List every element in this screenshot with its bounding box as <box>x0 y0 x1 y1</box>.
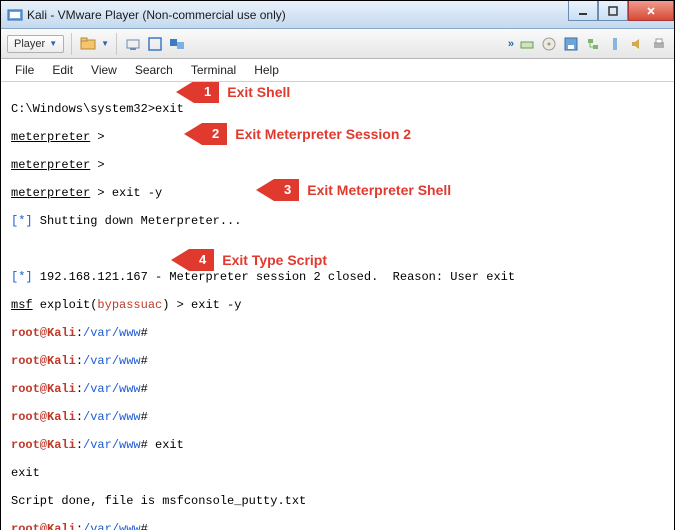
sound-icon[interactable] <box>628 35 646 53</box>
folder-icon[interactable] <box>79 35 97 53</box>
toolbar-separator <box>71 33 72 55</box>
menu-edit[interactable]: Edit <box>44 61 81 79</box>
terminal-line: C:\Windows\system32>exit <box>11 102 670 116</box>
window-titlebar: Kali - VMware Player (Non-commercial use… <box>1 1 674 29</box>
terminal-line: meterpreter > exit -y <box>11 186 670 200</box>
terminal-output[interactable]: C:\Windows\system32>exit meterpreter > m… <box>1 82 674 530</box>
player-menu-button[interactable]: Player ▼ <box>7 35 64 53</box>
terminal-line: root@Kali:/var/www# <box>11 522 670 530</box>
unity-icon[interactable] <box>168 35 186 53</box>
menu-file[interactable]: File <box>7 61 42 79</box>
arrow-icon: » <box>508 38 514 50</box>
window-title: Kali - VMware Player (Non-commercial use… <box>27 8 286 22</box>
terminal-line: root@Kali:/var/www# <box>11 354 670 368</box>
maximize-button[interactable] <box>598 1 628 21</box>
device-icon[interactable] <box>124 35 142 53</box>
app-icon <box>7 7 23 23</box>
minimize-button[interactable] <box>568 1 598 21</box>
menu-help[interactable]: Help <box>246 61 287 79</box>
chevron-down-icon[interactable]: ▼ <box>101 39 109 48</box>
terminal-line: meterpreter > <box>11 158 670 172</box>
menu-terminal[interactable]: Terminal <box>183 61 244 79</box>
terminal-line: exit <box>11 466 670 480</box>
close-button[interactable] <box>628 1 674 21</box>
annotation-number: 4 <box>199 253 206 267</box>
toolbar-separator <box>116 33 117 55</box>
terminal-menubar: File Edit View Search Terminal Help <box>1 59 674 81</box>
terminal-line: [*] Shutting down Meterpreter... <box>11 214 670 228</box>
arrow-icon <box>176 82 194 103</box>
cd-icon[interactable] <box>540 35 558 53</box>
usb-icon[interactable] <box>606 35 624 53</box>
terminal-line: [*] 192.168.121.167 - Meterpreter sessio… <box>11 270 670 284</box>
fullscreen-icon[interactable] <box>146 35 164 53</box>
drive-icon[interactable] <box>518 35 536 53</box>
terminal-line: meterpreter > <box>11 130 670 144</box>
player-menu-label: Player <box>14 38 45 50</box>
annotation-label: Exit Type Script <box>222 253 327 267</box>
terminal-line <box>11 242 670 256</box>
terminal-line: root@Kali:/var/www# <box>11 382 670 396</box>
menu-view[interactable]: View <box>83 61 125 79</box>
floppy-icon[interactable] <box>562 35 580 53</box>
terminal-line: Script done, file is msfconsole_putty.tx… <box>11 494 670 508</box>
annotation-number: 1 <box>204 85 211 99</box>
terminal-line: msf exploit(bypassuac) > exit -y <box>11 298 670 312</box>
network-icon[interactable] <box>584 35 602 53</box>
menu-search[interactable]: Search <box>127 61 181 79</box>
chevron-down-icon: ▼ <box>49 39 57 48</box>
annotation-label: Exit Shell <box>227 85 290 99</box>
terminal-line: root@Kali:/var/www# exit <box>11 438 670 452</box>
terminal-line: root@Kali:/var/www# <box>11 410 670 424</box>
vmware-toolbar: Player ▼ ▼ » <box>1 29 674 59</box>
annotation-1: 1 Exit Shell <box>176 82 290 103</box>
printer-icon[interactable] <box>650 35 668 53</box>
terminal-line: root@Kali:/var/www# <box>11 326 670 340</box>
